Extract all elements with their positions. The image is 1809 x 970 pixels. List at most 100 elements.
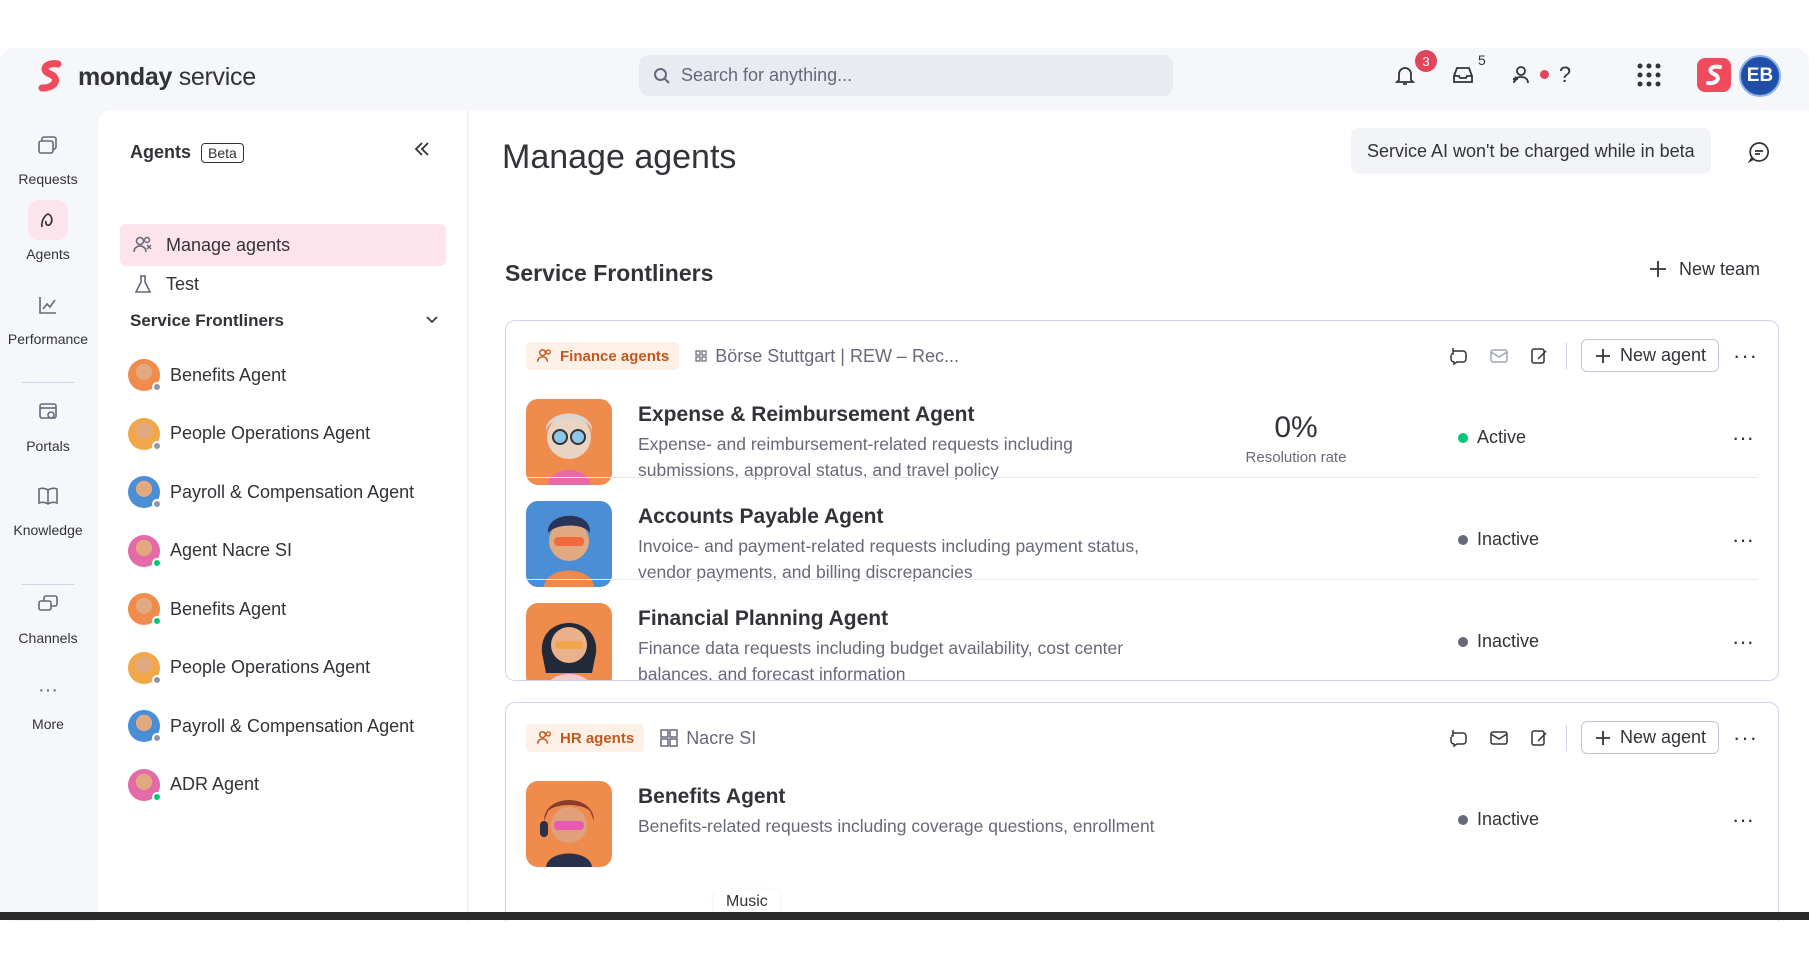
team-tag[interactable]: HR agents [526,724,645,752]
source-board[interactable]: Nacre SI [660,728,756,749]
rail-item-requests[interactable]: Requests [0,125,96,187]
panel-agent-item[interactable]: People Operations Agent [128,648,370,688]
rail-divider [22,382,74,383]
help-button[interactable]: ? [1550,60,1580,90]
agent-row[interactable]: Benefits Agent Benefits-related requests… [526,773,1758,890]
portals-icon [28,392,68,432]
notifications-badge: 3 [1415,50,1437,72]
panel-agent-label: People Operations Agent [170,657,371,677]
invite-members-button[interactable] [1508,60,1538,90]
agent-name: Financial Planning Agent [638,607,889,630]
status-label: Inactive [1477,809,1540,829]
panel-agent-item[interactable]: Agent Nacre SI [128,531,292,571]
help-icon: ? [1558,62,1572,87]
status-label: Inactive [1477,631,1540,651]
invite-dot [1540,70,1549,79]
collapse-panel-button[interactable] [413,140,431,164]
agent-row[interactable]: Financial Planning Agent Finance data re… [526,595,1758,680]
panel-agent-item[interactable]: Payroll & Compensation Agent [128,706,414,746]
brand-logo[interactable]: monday service [36,60,256,94]
status-dot [152,674,162,685]
agent-description: Benefits-related requests including cove… [638,816,1155,836]
status-dot [152,733,162,743]
team-title: Service Frontliners [505,260,714,286]
status-dot [152,557,162,568]
panel-title: Agents [130,142,192,162]
knowledge-icon [28,476,68,516]
refresh-chat-icon[interactable] [1446,343,1472,369]
agent-avatar [128,476,162,509]
nav-label: Test [166,273,200,294]
agent-avatar [128,768,162,802]
new-agent-button[interactable]: New agent [1580,721,1720,754]
card-header: HR agents Nacre SI New agent ··· [526,721,1758,755]
card-more-icon[interactable]: ··· [1733,725,1758,751]
agent-row[interactable]: Accounts Payable Agent Invoice- and paym… [526,493,1758,610]
inbox-button[interactable] [1448,60,1478,90]
status-dot [152,499,162,509]
source-label: Nacre SI [686,727,757,748]
email-icon[interactable] [1486,343,1512,369]
agent-more-icon[interactable]: ··· [1732,425,1754,451]
form-icon[interactable] [1526,725,1552,751]
search-input[interactable]: Search for anything... [639,55,1173,96]
beta-badge: Beta [201,142,244,163]
feedback-button[interactable] [1747,140,1771,169]
new-agent-button[interactable]: New agent [1580,339,1720,372]
row-divider [526,579,1758,580]
agent-name: Benefits Agent [638,785,786,808]
team-tag[interactable]: Finance agents [526,342,680,370]
page-title: Manage agents [502,138,737,176]
rail-item-knowledge[interactable]: Knowledge [0,476,96,538]
refresh-chat-icon[interactable] [1446,725,1472,751]
rail-label: Requests [18,171,78,187]
email-icon[interactable] [1486,725,1512,751]
panel-agent-item[interactable]: Benefits Agent [128,355,286,395]
panel-agent-item[interactable]: Payroll & Compensation Agent [128,472,414,512]
agent-more-icon[interactable]: ··· [1732,807,1754,833]
apps-grid-icon [1637,63,1661,87]
nav-manage-agents[interactable]: Manage agents [120,224,446,266]
agent-description: Invoice- and payment-related requests in… [638,536,1139,582]
plus-icon [1595,730,1610,745]
rail-item-agents[interactable]: Agents [0,200,96,262]
user-avatar[interactable]: EB [1739,55,1781,97]
panel-agent-item[interactable]: People Operations Agent [128,414,370,454]
board-icon [660,729,678,747]
apps-button[interactable] [1634,60,1664,90]
agent-avatar [526,501,612,587]
panel-agent-item[interactable]: ADR Agent [128,765,259,805]
nav-test[interactable]: Test [120,263,446,305]
panel-agent-label: Benefits Agent [170,598,287,619]
source-board[interactable]: Börse Stuttgart | REW – Rec... [695,346,959,367]
panel-agent-label: Benefits Agent [170,364,287,385]
rail-label: Channels [18,630,78,646]
card-more-icon[interactable]: ··· [1733,343,1758,369]
workspace-logo-icon[interactable] [1697,58,1731,92]
panel-agent-item[interactable]: Benefits Agent [128,589,286,629]
rail-item-portals[interactable]: Portals [0,392,96,454]
chevron-down-icon [426,316,438,324]
agents-icon [28,200,68,240]
rail-item-performance[interactable]: Performance [0,285,96,347]
brand-name: monday service [78,62,256,91]
status-dot [152,440,162,451]
monday-logo-icon [38,60,62,92]
new-team-button[interactable]: New team [1647,258,1760,280]
agent-avatar [128,359,162,392]
rail-item-channels[interactable]: Channels [0,584,96,646]
agent-more-icon[interactable]: ··· [1732,629,1754,655]
group-header-service-frontliners[interactable]: Service Frontliners [130,311,440,331]
bottom-strip [0,912,1809,920]
panel-agent-label: ADR Agent [170,774,260,794]
form-icon[interactable] [1526,343,1552,369]
panel-header: Agents Beta [130,142,244,163]
agent-more-icon[interactable]: ··· [1732,527,1754,553]
agent-avatar [128,593,162,626]
rail-item-more[interactable]: ··· More [0,670,96,733]
flask-icon [134,275,152,293]
top-bar: monday service Search for anything... 3 … [0,48,1809,110]
main-content: Manage agents Service AI won't be charge… [469,110,1809,921]
agent-avatar [128,651,162,685]
agent-row[interactable]: Expense & Reimbursement Agent Expense- a… [526,391,1758,508]
